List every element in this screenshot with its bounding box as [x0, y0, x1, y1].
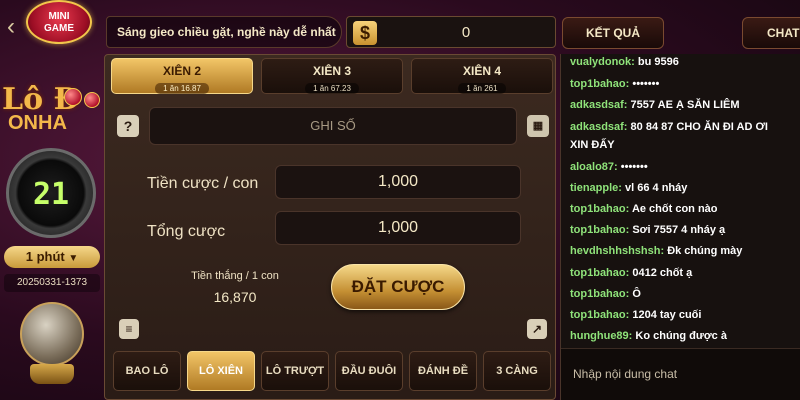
win-value: 16,870 [213, 289, 257, 305]
chat-text: 0412 chốt ạ [632, 267, 693, 279]
chat-username: top1bahao: [570, 288, 630, 300]
tab-odds: 1 ăn 67.23 [305, 83, 359, 94]
tab-dau-duoi[interactable]: ĐẦU ĐUÔI [335, 351, 403, 391]
lottery-ball-icon [64, 88, 82, 106]
chat-message: XIN ĐẤY [570, 138, 800, 152]
chat-tab-button[interactable]: CHAT [742, 17, 800, 49]
chat-username: adkasdsaf: [570, 121, 628, 133]
draw-id: 20250331-1373 [4, 274, 100, 292]
chat-text: Ae chốt con nào [631, 203, 718, 215]
chat-text: Ô [632, 288, 641, 300]
chat-text: vl 66 4 nháy [625, 182, 688, 194]
bet-history-icon[interactable]: ≡ [119, 319, 139, 339]
chat-message: hunghue89: Ko chúng được à [570, 329, 800, 343]
chat-message: top1bahao: 0412 chốt ạ [570, 266, 800, 280]
chat-username: top1bahao: [570, 78, 630, 90]
tab-odds: 1 ăn 261 [458, 83, 506, 94]
chat-username: vualydonok: [570, 56, 635, 68]
bet-panel: XIÊN 2 1 ăn 16.87 XIÊN 3 1 ăn 67.23 XIÊN… [104, 54, 556, 400]
chat-text: bu 9596 [637, 56, 679, 68]
brand-logo-small: ONHA [8, 112, 67, 134]
tab-lo-xien[interactable]: LÔ XIÊN [187, 351, 255, 391]
chat-message: top1bahao: Ae chốt con nào [570, 202, 800, 216]
tab-lo-truot[interactable]: LÔ TRƯỢT [261, 351, 329, 391]
balance-value: 0 [461, 24, 471, 41]
tab-bao-lo[interactable]: BAO LÔ [113, 351, 181, 391]
tab-title: XIÊN 4 [462, 64, 501, 78]
win-label: Tiền thắng / 1 con [191, 270, 279, 282]
mini-game-line1: MINI [48, 11, 70, 22]
countdown-timer: 21 [6, 148, 96, 238]
chat-text: 7557 AE Ạ SĂN LIÊM [630, 99, 740, 111]
chat-message: top1bahao: ••••••• [570, 77, 800, 91]
chat-panel: vualydonok: bu 9596 top1bahao: ••••••• a… [560, 54, 800, 400]
chat-message: top1bahao: 1204 tay cuối [570, 308, 800, 322]
tab-xien-2[interactable]: XIÊN 2 1 ăn 16.87 [111, 58, 253, 94]
chat-text: XIN ĐẤY [570, 139, 615, 151]
stats-chart-icon[interactable]: ↗ [527, 319, 547, 339]
chat-message: tienapple: vl 66 4 nháy [570, 181, 800, 195]
slogan-text: Sáng gieo chiều gặt, nghề này dễ nhất [106, 16, 342, 48]
dollar-icon: $ [353, 21, 377, 45]
chat-message: aloalo87: ••••••• [570, 160, 800, 174]
chat-username: hevdhshhshshsh: [570, 245, 665, 257]
tab-xien-3[interactable]: XIÊN 3 1 ăn 67.23 [261, 58, 403, 94]
chat-username: hunghue89: [570, 330, 633, 342]
chat-username: adkasdsaf: [570, 99, 628, 111]
period-select[interactable]: 1 phút ▼ [4, 246, 100, 268]
chat-input[interactable]: Nhập nội dung chat [561, 348, 800, 400]
chat-username: top1bahao: [570, 224, 630, 236]
chat-message: adkasdsaf: 7557 AE Ạ SĂN LIÊM [570, 98, 800, 112]
balance-display: $ 0 [346, 16, 556, 48]
result-button[interactable]: KẾT QUẢ [562, 17, 664, 49]
lottery-ball-icon [84, 92, 100, 108]
back-arrow-icon[interactable]: ‹ [0, 14, 22, 40]
chat-text: Đk chúng mày [667, 245, 743, 257]
chat-message: adkasdsaf: 80 84 87 CHO ĂN ĐI AD ƠI [570, 120, 800, 134]
total-label: Tổng cược [147, 223, 226, 240]
tab-3-cang[interactable]: 3 CÀNG [483, 351, 551, 391]
chat-username: top1bahao: [570, 203, 630, 215]
tab-odds: 1 ăn 16.87 [155, 83, 209, 94]
tab-title: XIÊN 3 [312, 64, 351, 78]
chat-message: vualydonok: bu 9596 [570, 55, 800, 69]
tab-danh-de[interactable]: ĐÁNH ĐỀ [409, 351, 477, 391]
stake-label: Tiền cược / con [147, 175, 259, 192]
mini-game-button[interactable]: MINI GAME [26, 0, 92, 44]
mini-game-line2: GAME [44, 23, 74, 34]
number-entry-field[interactable]: GHI SỐ [149, 107, 517, 145]
chat-message: hevdhshhshshsh: Đk chúng mày [570, 244, 800, 258]
chevron-down-icon: ▼ [68, 253, 79, 264]
tab-xien-4[interactable]: XIÊN 4 1 ăn 261 [411, 58, 553, 94]
chat-username: top1bahao: [570, 309, 630, 321]
brand-logo: Lô Đ ONHA [0, 82, 104, 142]
period-label: 1 phút [25, 249, 65, 264]
chat-message: top1bahao: Sơi 7557 4 nháy ạ [570, 223, 800, 237]
keypad-icon[interactable]: ▦ [527, 115, 549, 137]
chat-text: Ko chúng được à [635, 330, 727, 342]
chat-username: aloalo87: [570, 161, 618, 173]
stake-input[interactable]: 1,000 [275, 165, 521, 199]
help-icon[interactable]: ? [117, 115, 139, 137]
place-bet-button[interactable]: ĐẶT CƯỢC [331, 264, 465, 310]
tab-title: XIÊN 2 [162, 64, 201, 78]
chat-message: top1bahao: Ô [570, 287, 800, 301]
chat-text: 80 84 87 CHO ĂN ĐI AD ƠI [630, 121, 768, 133]
total-input[interactable]: 1,000 [275, 211, 521, 245]
chat-text: ••••••• [620, 161, 648, 173]
countdown-value: 21 [32, 177, 70, 212]
chat-text: Sơi 7557 4 nháy ạ [632, 224, 726, 236]
chat-username: top1bahao: [570, 267, 630, 279]
lottery-globe-icon [8, 298, 96, 390]
chat-text: 1204 tay cuối [632, 309, 702, 321]
chat-text: ••••••• [632, 78, 660, 90]
chat-username: tienapple: [570, 182, 622, 194]
